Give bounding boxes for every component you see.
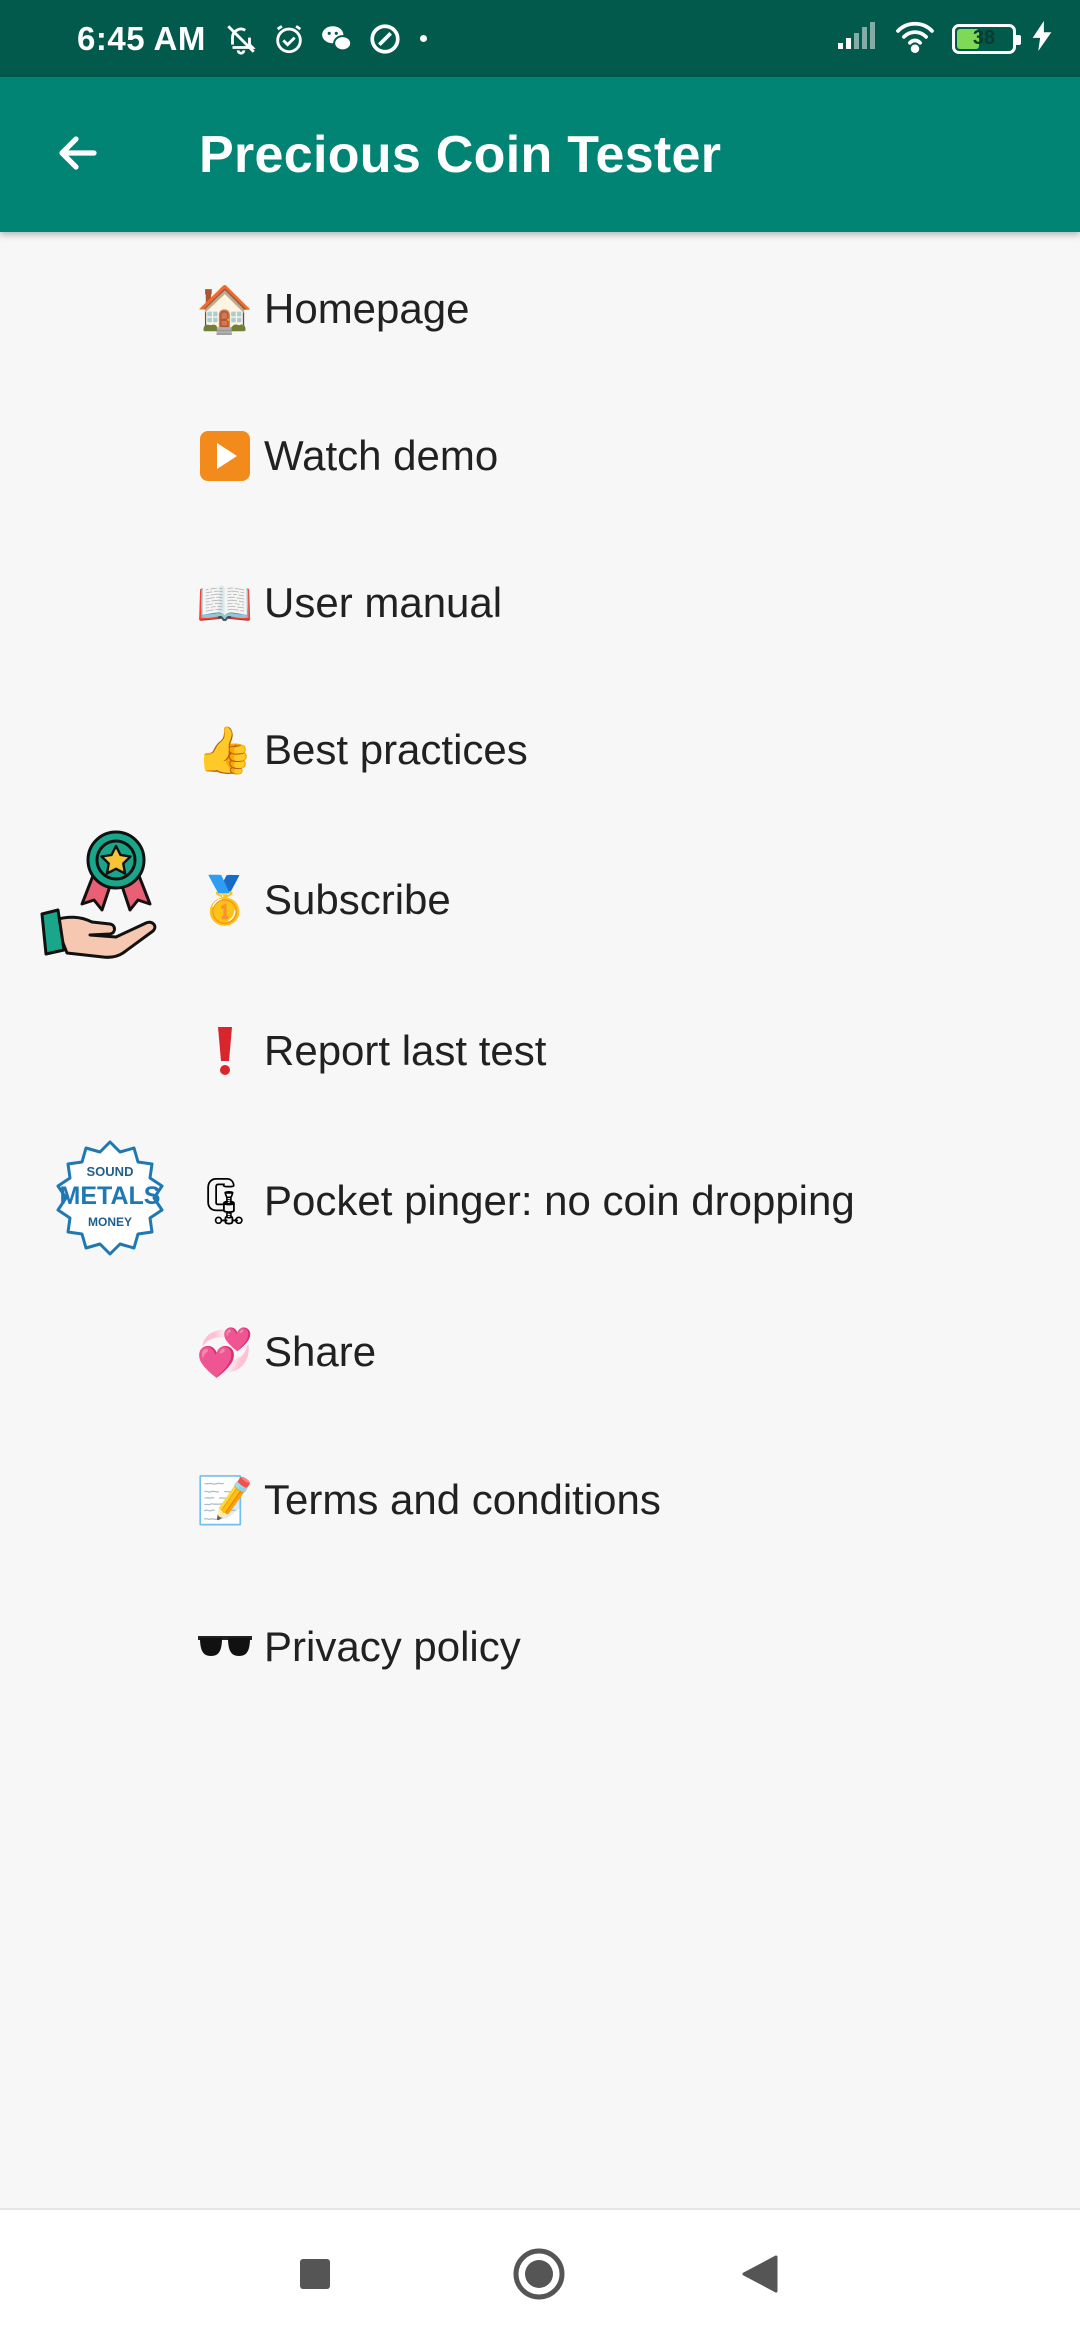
menu-item-label: Watch demo	[264, 432, 499, 479]
house-icon: 🏠	[196, 283, 254, 335]
recents-button[interactable]	[285, 2246, 345, 2306]
hand-holding-medal-icon	[40, 828, 180, 969]
home-button[interactable]	[509, 2246, 569, 2306]
mute-notifications-icon	[224, 22, 258, 56]
menu-item-label: Terms and conditions	[264, 1476, 661, 1523]
status-time: 6:45 AM	[77, 19, 206, 57]
charging-icon	[1032, 21, 1052, 56]
exclamation-icon	[198, 1024, 252, 1078]
play-button-icon	[198, 429, 252, 483]
recents-square-icon	[298, 2257, 332, 2296]
menu-item-best-practices[interactable]: 👍 Best practices	[0, 680, 1080, 820]
status-overflow-dot	[419, 35, 427, 42]
nav-back-button[interactable]	[730, 2246, 790, 2306]
battery-icon: 38	[952, 23, 1021, 54]
battery-level-text: 38	[972, 27, 996, 49]
menu-item-label: User manual	[264, 579, 503, 626]
wechat-icon	[320, 22, 354, 56]
menu-item-report-last-test[interactable]: Report last test	[0, 981, 1080, 1121]
app-bar: Precious Coin Tester	[0, 77, 1080, 232]
menu-item-label: Privacy policy	[264, 1623, 521, 1670]
clamp-icon: 🗜	[195, 1175, 255, 1227]
thumbs-up-icon: 👍	[196, 724, 254, 776]
memo-pencil-icon: 📝	[196, 1474, 254, 1526]
back-button[interactable]	[40, 117, 116, 193]
open-book-icon: 📖	[196, 577, 254, 629]
arrow-left-icon	[54, 129, 102, 182]
badge-middle-text: METALS	[60, 1182, 161, 1210]
system-nav-bar	[0, 2208, 1080, 2340]
signal-icon	[836, 21, 878, 56]
menu-item-label: Subscribe	[264, 876, 451, 923]
medal-icon: 🥇	[196, 874, 254, 926]
menu-item-label: Share	[264, 1328, 377, 1375]
home-circle-icon	[512, 2247, 566, 2306]
status-notification-icons	[224, 22, 402, 56]
menu-item-label: Pocket pinger: no coin dropping	[264, 1177, 855, 1224]
revolving-hearts-icon: 💞	[196, 1326, 254, 1378]
at-sign-icon	[368, 22, 402, 56]
alarm-icon	[272, 22, 306, 56]
status-bar: 6:45 AM 38	[0, 0, 1080, 77]
menu-item-terms-and-conditions[interactable]: 📝 Terms and conditions	[0, 1430, 1080, 1570]
menu-item-label: Report last test	[264, 1027, 547, 1074]
page-title: Precious Coin Tester	[199, 125, 722, 184]
badge-top-text: SOUND	[87, 1164, 134, 1179]
menu-item-label: Best practices	[264, 726, 528, 773]
wifi-icon	[894, 19, 936, 58]
menu-item-homepage[interactable]: 🏠 Homepage	[0, 239, 1080, 379]
status-system-icons: 38	[836, 0, 1052, 77]
back-triangle-icon	[740, 2254, 780, 2299]
menu-item-watch-demo[interactable]: Watch demo	[0, 386, 1080, 526]
menu-item-privacy-policy[interactable]: Privacy policy	[0, 1577, 1080, 1717]
sunglasses-icon	[198, 1620, 252, 1674]
menu-item-user-manual[interactable]: 📖 User manual	[0, 533, 1080, 673]
menu-item-share[interactable]: 💞 Share	[0, 1282, 1080, 1422]
badge-bottom-text: MONEY	[88, 1215, 132, 1229]
menu-item-label: Homepage	[264, 285, 470, 332]
sound-metals-money-badge: SOUND METALS MONEY	[44, 1132, 176, 1269]
